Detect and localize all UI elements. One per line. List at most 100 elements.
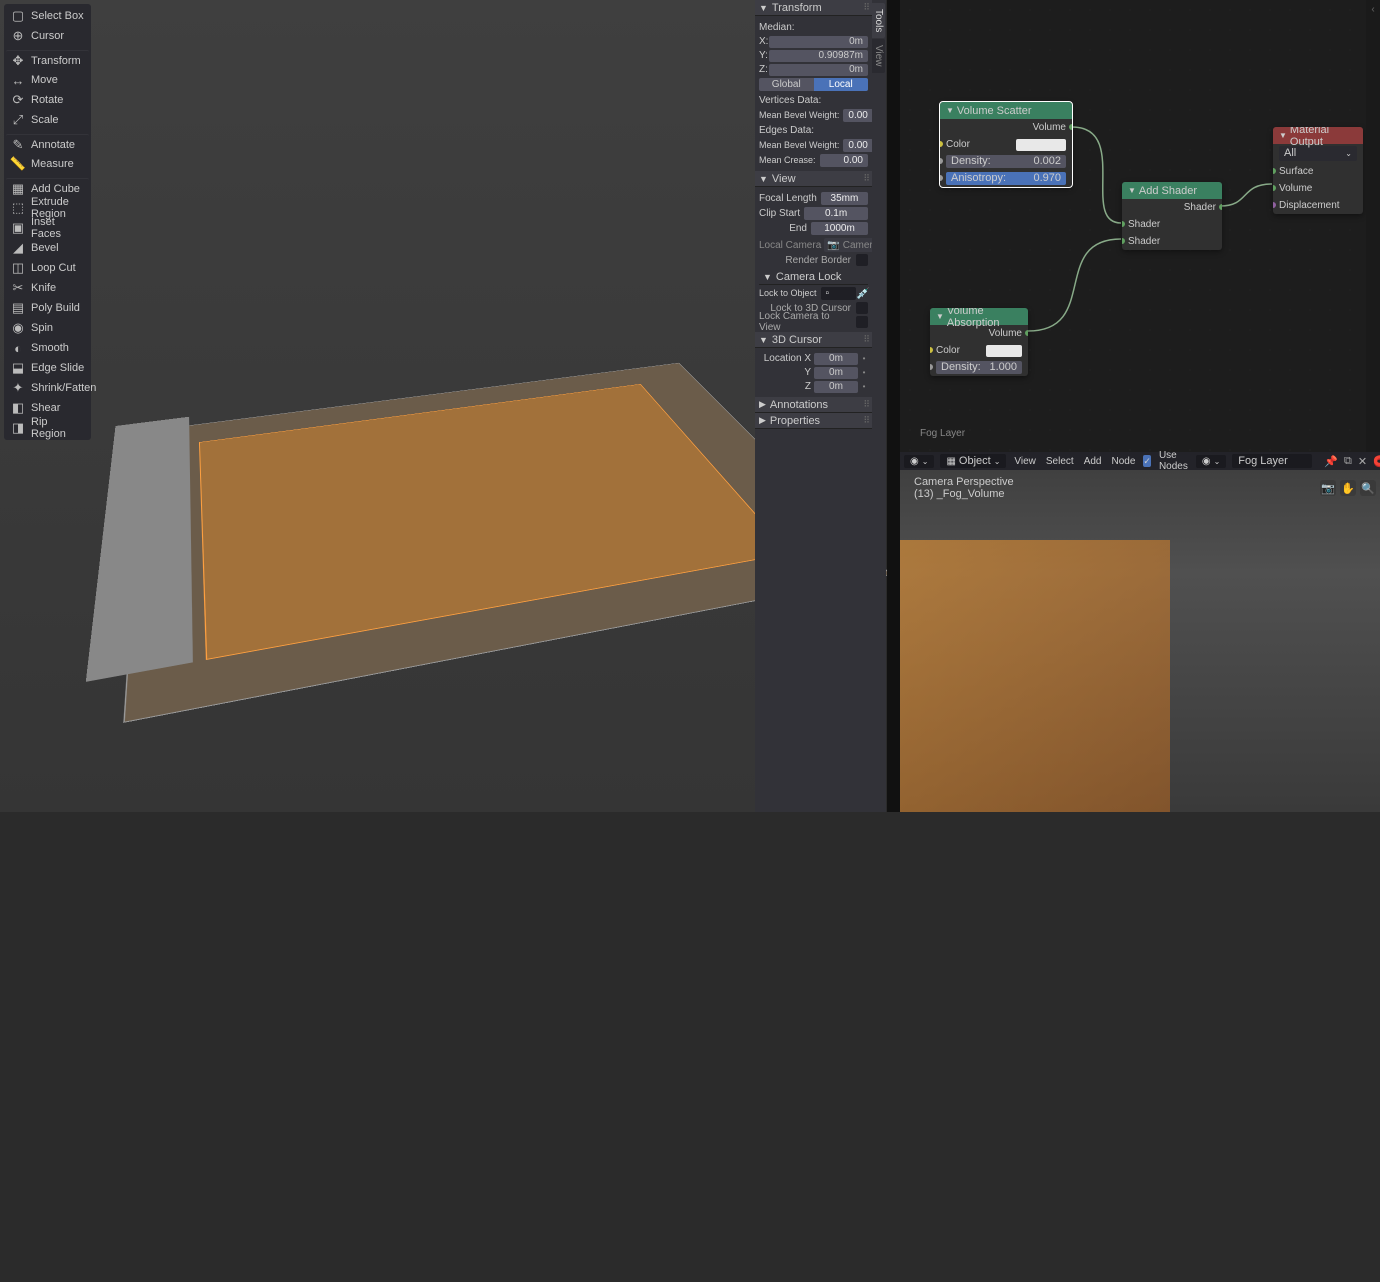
tool-scale[interactable]: ⤢Scale — [6, 110, 89, 130]
chevron-left-icon[interactable]: ‹ — [1366, 0, 1380, 18]
tool-shrink-fatten[interactable]: ✦Shrink/Fatten — [6, 378, 89, 398]
tool-edge-slide[interactable]: ⬓Edge Slide — [6, 358, 89, 378]
tool-rip-region[interactable]: ◨Rip Region — [6, 418, 89, 438]
socket-color[interactable]: Color — [946, 139, 970, 150]
cursor-z-field[interactable]: 0m — [814, 381, 858, 393]
anisotropy-field[interactable]: Anisotropy:0.970 — [946, 172, 1066, 185]
clip-end-field[interactable]: 1000m — [811, 222, 868, 235]
area-splitter-vertical[interactable] — [887, 0, 900, 812]
panel-header-transform[interactable]: ▼ Transform ⠿ — [755, 0, 872, 16]
menu-add[interactable]: Add — [1082, 456, 1104, 467]
camera-icon[interactable]: 📷 — [1320, 480, 1336, 496]
output-target-select[interactable]: All⌄ — [1279, 146, 1357, 161]
close-icon[interactable]: ✕ — [1358, 454, 1367, 469]
socket-displacement[interactable]: Displacement — [1279, 200, 1340, 211]
tool-loop-cut[interactable]: ◫Loop Cut — [6, 258, 89, 278]
copy-icon[interactable]: ⧉ — [1344, 454, 1352, 469]
tool-move[interactable]: ↔Move — [6, 70, 89, 90]
median-x-field[interactable]: 0m — [769, 36, 868, 48]
menu-select[interactable]: Select — [1044, 456, 1076, 467]
tool-bevel[interactable]: ◢Bevel — [6, 238, 89, 258]
cursor-x-field[interactable]: 0m — [814, 353, 858, 365]
render-border-checkbox[interactable] — [856, 254, 868, 266]
tool-smooth[interactable]: ◐Smooth — [6, 338, 89, 358]
socket-color[interactable]: Color — [936, 345, 960, 356]
tool-rotate[interactable]: ⟳Rotate — [6, 90, 89, 110]
lock-icon[interactable]: • — [860, 354, 868, 363]
snap-icon[interactable]: 🧲 — [1373, 454, 1380, 469]
tool-measure[interactable]: 📏Measure — [6, 154, 89, 174]
node-material-output[interactable]: ▼Material Output All⌄ Surface Volume Dis… — [1273, 127, 1363, 214]
tool-extrude-region[interactable]: ⬚Extrude Region — [6, 198, 89, 218]
cursor-y-field[interactable]: 0m — [814, 367, 858, 379]
menu-view[interactable]: View — [1012, 456, 1038, 467]
tool-cursor[interactable]: ⊕Cursor — [6, 26, 89, 46]
tool-icon: ◧ — [10, 400, 26, 416]
socket-shader-in1[interactable]: Shader — [1128, 219, 1160, 230]
socket-volume-out[interactable]: Volume — [1033, 122, 1066, 133]
density-field[interactable]: Density:1.000 — [936, 361, 1022, 374]
tool-add-cube[interactable]: ▦Add Cube — [6, 178, 89, 198]
use-nodes-checkbox[interactable]: ✓ — [1143, 455, 1151, 467]
panel-header-3d-cursor[interactable]: ▼ 3D Cursor ⠿ — [755, 332, 872, 348]
socket-surface[interactable]: Surface — [1279, 166, 1313, 177]
object-mode-dropdown[interactable]: ▦ Object ⌄ — [940, 454, 1006, 468]
menu-node[interactable]: Node — [1109, 456, 1137, 467]
tool-select-box[interactable]: ▢Select Box — [6, 6, 89, 26]
main-3d-viewport[interactable]: ▢Select Box⊕Cursor ✥Transform↔Move⟳Rotate… — [0, 0, 886, 812]
drag-handle-icon[interactable]: ⠿ — [863, 334, 868, 345]
lock-icon[interactable]: • — [860, 368, 868, 377]
drag-handle-icon[interactable]: ⠿ — [863, 399, 868, 410]
camera-preview-viewport[interactable]: › Camera Perspective (13) _Fog_Volume 📷 … — [900, 470, 1380, 812]
panel-header-annotations[interactable]: ▶ Annotations ⠿ — [755, 397, 872, 413]
tool-poly-build[interactable]: ▤Poly Build — [6, 298, 89, 318]
clip-start-field[interactable]: 0.1m — [804, 207, 868, 220]
focal-length-field[interactable]: 35mm — [821, 192, 868, 205]
socket-shader-out[interactable]: Shader — [1184, 202, 1216, 213]
tool-knife[interactable]: ✂Knife — [6, 278, 89, 298]
tab-tools[interactable]: Tools — [872, 3, 885, 38]
lock-object-field[interactable]: ▫ — [821, 287, 856, 300]
mean-bevel-edge-field[interactable]: 0.00 — [843, 139, 872, 152]
material-type-dropdown[interactable]: ◉ ⌄ — [1196, 455, 1226, 468]
panel-header-view[interactable]: ▼ View ⠿ — [755, 171, 872, 187]
space-local-button[interactable]: Local — [814, 78, 869, 91]
panel-subheader-camera-lock[interactable]: ▼ Camera Lock — [759, 269, 868, 285]
median-y-field[interactable]: 0.90987m — [769, 50, 868, 62]
socket-volume-out[interactable]: Volume — [989, 328, 1022, 339]
median-z-field[interactable]: 0m — [769, 64, 868, 76]
socket-volume[interactable]: Volume — [1279, 183, 1312, 194]
node-volume-scatter[interactable]: ▼Volume Scatter Volume Color Density:0.0… — [940, 102, 1072, 187]
hand-icon[interactable]: ✋ — [1340, 480, 1356, 496]
tool-inset-faces[interactable]: ▣Inset Faces — [6, 218, 89, 238]
mean-bevel-field[interactable]: 0.00 — [843, 109, 872, 122]
zoom-icon[interactable]: 🔍 — [1360, 480, 1376, 496]
node-add-shader[interactable]: ▼Add Shader Shader Shader Shader — [1122, 182, 1222, 250]
pin-icon[interactable]: 📌 — [1324, 454, 1338, 469]
tool-shear[interactable]: ◧Shear — [6, 398, 89, 418]
density-field[interactable]: Density:0.002 — [946, 155, 1066, 168]
node-volume-absorption[interactable]: ▼Volume Absorption Volume Color Density:… — [930, 308, 1028, 376]
socket-shader-in2[interactable]: Shader — [1128, 236, 1160, 247]
drag-handle-icon[interactable]: ⠿ — [863, 2, 868, 13]
vertices-data-label: Vertices Data: — [759, 95, 821, 106]
tab-view[interactable]: View — [872, 39, 885, 73]
tool-transform[interactable]: ✥Transform — [6, 50, 89, 70]
drag-handle-icon[interactable]: ⠿ — [863, 415, 868, 426]
editor-type-dropdown[interactable]: ◉ ⌄ — [904, 455, 934, 468]
panel-header-properties[interactable]: ▶ Properties ⠿ — [755, 413, 872, 429]
lock-camera-view-checkbox[interactable] — [856, 316, 868, 328]
lock-icon[interactable]: • — [860, 382, 868, 391]
eyedropper-icon[interactable]: 💉 — [856, 287, 868, 300]
tool-spin[interactable]: ◉Spin — [6, 318, 89, 338]
drag-handle-icon[interactable]: ⠿ — [863, 173, 868, 184]
shader-node-editor[interactable]: ▼Volume Scatter Volume Color Density:0.0… — [900, 0, 1380, 452]
color-swatch[interactable] — [986, 345, 1022, 357]
tool-annotate[interactable]: ✎Annotate — [6, 134, 89, 154]
local-camera-field[interactable]: 📷 Camera ✕ — [824, 238, 872, 252]
material-slot-dropdown[interactable]: Fog Layer — [1232, 454, 1312, 468]
color-swatch[interactable] — [1016, 139, 1066, 151]
mean-crease-field[interactable]: 0.00 — [820, 154, 868, 167]
space-global-button[interactable]: Global — [759, 78, 814, 91]
lock-3d-cursor-checkbox[interactable] — [856, 302, 868, 314]
